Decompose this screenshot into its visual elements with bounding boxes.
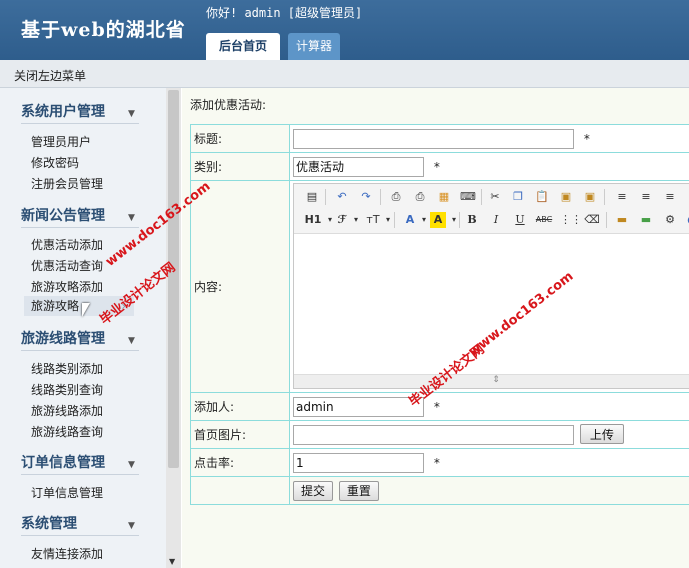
emoticon-icon[interactable]: ◐ — [684, 212, 689, 228]
underline-button[interactable]: U — [512, 212, 528, 228]
chevron-down-icon[interactable]: ▼ — [128, 336, 135, 346]
sidebar-item[interactable]: 管理员用户 — [31, 133, 91, 150]
editor-toolbar: ▤ ↶ ↷ ⎙ ⎙ ▦ ⌨ ✂ ❐ 📋 ▣ ▣ ≡ ≡ ≡ H1 ▾ ℱ ▾ ᴛ… — [294, 184, 689, 234]
sidebar-item[interactable]: 旅游线路查询 — [31, 423, 103, 440]
page-title: 添加优惠活动: — [190, 98, 267, 112]
strikethrough-button[interactable]: ABC — [534, 212, 554, 228]
align-left-icon[interactable]: ≡ — [614, 189, 630, 205]
line-height-icon[interactable]: ⋮⋮ — [560, 212, 582, 228]
divider — [604, 189, 605, 205]
editor-resize-handle[interactable]: ⇕ — [294, 374, 689, 388]
divider — [380, 189, 381, 205]
cut-icon[interactable]: ✂ — [487, 189, 503, 205]
title-input[interactable] — [293, 128, 574, 149]
copy-icon[interactable]: ❐ — [510, 189, 526, 205]
tab-calculator[interactable]: 计算器 — [288, 33, 340, 60]
field-label: 内容: — [190, 180, 290, 393]
heading-dropdown[interactable]: H1 — [302, 212, 324, 228]
click-rate-input[interactable] — [293, 452, 424, 473]
code-icon[interactable]: ⌨ — [460, 189, 476, 205]
divider — [21, 350, 139, 351]
divider — [21, 474, 139, 475]
sidebar-item[interactable]: 订单信息管理 — [31, 484, 103, 501]
mouse-cursor-icon — [82, 303, 90, 317]
field-label: 点击率: — [190, 448, 290, 477]
undo-icon[interactable]: ↶ — [334, 189, 350, 205]
divider — [481, 189, 482, 205]
upload-button[interactable]: 上传 — [579, 424, 624, 445]
required-mark: * — [433, 160, 440, 174]
main-content: 添加优惠活动: 标题: * 类别: * 内容: ▤ — [182, 88, 689, 568]
scrollbar-thumb[interactable] — [168, 90, 179, 468]
sidebar-group-title[interactable]: 订单信息管理 — [21, 452, 105, 472]
adder-input[interactable] — [293, 396, 424, 417]
source-icon[interactable]: ▤ — [304, 189, 320, 205]
align-right-icon[interactable]: ≡ — [662, 189, 678, 205]
eraser-icon[interactable]: ⌫ — [584, 212, 600, 228]
divider — [325, 189, 326, 205]
sidebar-item[interactable]: 优惠活动添加 — [31, 236, 103, 253]
sidebar-item[interactable]: 修改密码 — [31, 154, 79, 171]
sidebar-item[interactable]: 线路类别添加 — [31, 360, 103, 377]
field-label: 首页图片: — [190, 420, 290, 449]
divider — [459, 212, 460, 228]
category-input[interactable] — [293, 156, 424, 177]
sidebar-item[interactable]: 优惠活动查询 — [31, 257, 103, 274]
preview-icon[interactable]: ⎙ — [388, 189, 404, 205]
insert-link-icon[interactable]: ⚙ — [662, 212, 678, 228]
sidebar-group-title[interactable]: 新闻公告管理 — [21, 205, 105, 225]
sidebar: 系统用户管理 ▼ 管理员用户 修改密码 注册会员管理 新闻公告管理 ▼ 优惠活动… — [0, 88, 166, 568]
redo-icon[interactable]: ↷ — [358, 189, 374, 205]
bold-button[interactable]: B — [464, 212, 480, 228]
paste-icon[interactable]: 📋 — [534, 189, 550, 205]
sidebar-group-title[interactable]: 系统用户管理 — [21, 101, 105, 121]
italic-button[interactable]: I — [488, 212, 504, 228]
sidebar-group-title[interactable]: 旅游线路管理 — [21, 328, 105, 348]
divider — [21, 123, 139, 124]
print-icon[interactable]: ⎙ — [412, 189, 428, 205]
chevron-down-icon[interactable]: ▼ — [128, 213, 135, 223]
image-path-input[interactable] — [293, 424, 574, 445]
paste-word-icon[interactable]: ▣ — [582, 189, 598, 205]
close-left-menu-link[interactable]: 关闭左边菜单 — [14, 67, 86, 84]
highlight-color-icon[interactable]: A — [430, 212, 446, 228]
sidebar-scrollbar[interactable]: ▼ — [166, 88, 181, 568]
align-center-icon[interactable]: ≡ — [638, 189, 654, 205]
required-mark: * — [433, 455, 440, 470]
sidebar-item-label: 旅游攻略 — [31, 299, 80, 313]
divider — [21, 227, 139, 228]
scroll-down-arrow-icon[interactable]: ▼ — [169, 557, 175, 566]
site-title: 基于web的湖北省 — [21, 19, 186, 41]
divider — [606, 212, 607, 228]
field-label: 标题: — [190, 124, 290, 153]
tab-home[interactable]: 后台首页 — [206, 33, 280, 60]
insert-image-icon[interactable]: ▬ — [614, 212, 630, 228]
submit-button[interactable]: 提交 — [293, 480, 333, 501]
rich-text-editor[interactable]: ▤ ↶ ↷ ⎙ ⎙ ▦ ⌨ ✂ ❐ 📋 ▣ ▣ ≡ ≡ ≡ H1 ▾ ℱ ▾ ᴛ… — [293, 183, 689, 389]
chevron-down-icon[interactable]: ▼ — [128, 460, 135, 470]
user-greeting: 你好! admin [超级管理员] — [206, 6, 363, 20]
sidebar-item[interactable]: 旅游攻略添加 — [31, 278, 103, 295]
reset-button[interactable]: 重置 — [338, 480, 379, 501]
chevron-down-icon[interactable]: ▼ — [128, 521, 135, 531]
editor-content-area[interactable] — [294, 235, 689, 375]
sidebar-item[interactable]: 注册会员管理 — [31, 175, 103, 192]
template-icon[interactable]: ▦ — [436, 189, 452, 205]
required-mark: * — [583, 131, 590, 146]
chevron-down-icon[interactable]: ▼ — [128, 109, 135, 119]
sub-toolbar: 关闭左边菜单 — [0, 60, 689, 88]
sidebar-item[interactable]: 线路类别查询 — [31, 381, 103, 398]
field-label: 添加人: — [190, 392, 290, 421]
sidebar-item[interactable]: 旅游线路添加 — [31, 402, 103, 419]
paste-text-icon[interactable]: ▣ — [558, 189, 574, 205]
divider — [394, 212, 395, 228]
required-mark: * — [433, 399, 440, 414]
sidebar-group-title[interactable]: 系统管理 — [21, 513, 77, 533]
divider — [21, 535, 139, 536]
insert-flash-icon[interactable]: ▬ — [638, 212, 654, 228]
field-label: 类别: — [190, 152, 290, 181]
header: 基于web的湖北省 你好! admin [超级管理员] 后台首页 计算器 — [0, 0, 689, 60]
sidebar-item[interactable]: 友情连接添加 — [31, 545, 103, 562]
form-table: 标题: * 类别: * 内容: ▤ ↶ — [190, 124, 689, 505]
